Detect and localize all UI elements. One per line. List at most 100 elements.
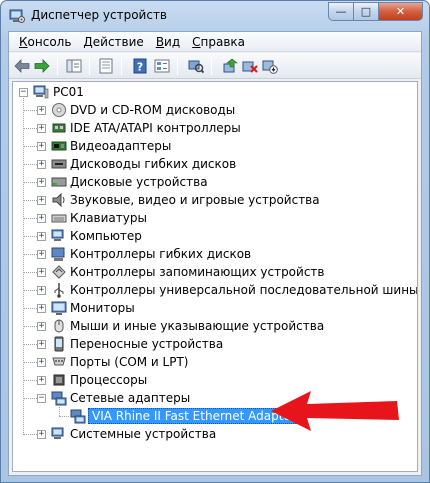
- scan-hardware-icon: [188, 60, 204, 74]
- category-label: Дисководы гибких дисков: [70, 157, 237, 171]
- tree-branch-line: [24, 380, 37, 381]
- red-arrow-annotation: [271, 391, 399, 431]
- storage-controller-icon: [52, 265, 66, 279]
- category-expander[interactable]: +: [37, 142, 46, 151]
- tree-category-row[interactable]: + IDE ATA/ATAPI контроллеры: [13, 119, 417, 137]
- ide-controller-icon: [52, 123, 66, 133]
- tree-branch-line: [24, 308, 37, 309]
- category-label: IDE ATA/ATAPI контроллеры: [70, 121, 241, 135]
- category-label: Клавиатуры: [70, 211, 147, 225]
- toolbar-separator: [89, 57, 90, 75]
- category-expander[interactable]: +: [37, 160, 46, 169]
- category-expander[interactable]: +: [37, 124, 46, 133]
- display-adapter-icon: [51, 141, 67, 151]
- uninstall-icon: [242, 61, 258, 73]
- category-label: Звуковые, видео и игровые устройства: [70, 193, 320, 207]
- tree-root-row[interactable]: − PC01: [13, 83, 417, 101]
- tree-branch-line: [24, 434, 37, 435]
- category-label: Видеоадаптеры: [70, 139, 172, 153]
- category-expander[interactable]: −: [37, 394, 46, 403]
- update-driver-icon: [223, 58, 238, 73]
- maximize-button[interactable]: □: [354, 2, 379, 21]
- disable-icon: [262, 60, 278, 74]
- computer-icon: [51, 229, 64, 241]
- forward-button[interactable]: [33, 57, 51, 75]
- menu-action[interactable]: Действие: [77, 35, 149, 49]
- update-driver-button[interactable]: [221, 57, 239, 75]
- tree-branch-line: [59, 416, 69, 417]
- toolbar-separator: [121, 57, 122, 75]
- category-expander[interactable]: +: [37, 268, 46, 277]
- category-label: DVD и CD-ROM дисководы: [70, 103, 236, 117]
- show-hide-tree-button[interactable]: [65, 57, 83, 75]
- category-label: Контроллеры универсальной последовательн…: [70, 283, 418, 297]
- tree-category-row[interactable]: + Клавиатуры: [13, 209, 417, 227]
- properties-button[interactable]: [97, 57, 115, 75]
- tree-category-row[interactable]: + Порты (COM и LPT): [13, 353, 417, 371]
- toolbar-separator: [211, 57, 212, 75]
- menu-bar: Консоль Действие Вид Справка: [9, 32, 421, 52]
- portable-device-icon: [54, 336, 64, 352]
- disable-button[interactable]: [261, 57, 279, 75]
- uninstall-button[interactable]: [241, 57, 259, 75]
- title-bar[interactable]: Диспетчер устройств — □ ✕: [1, 1, 429, 31]
- tree-branch-line: [24, 272, 37, 273]
- category-expander[interactable]: +: [37, 304, 46, 313]
- processor-icon: [53, 374, 65, 386]
- category-label: Системные устройства: [70, 427, 217, 441]
- computer-icon: [33, 85, 49, 99]
- category-expander[interactable]: +: [37, 358, 46, 367]
- sound-icon: [52, 192, 65, 208]
- category-label: Контроллеры гибких дисков: [70, 247, 252, 261]
- back-button[interactable]: [13, 57, 31, 75]
- tree-category-row[interactable]: + Мониторы: [13, 299, 417, 317]
- system-device-icon: [51, 427, 64, 439]
- minimize-icon: —: [335, 5, 347, 18]
- tree-branch-line: [24, 200, 37, 201]
- tree-category-row[interactable]: + Контроллеры запоминающих устройств: [13, 263, 417, 281]
- tree-category-row[interactable]: + Контроллеры универсальной последователь…: [13, 281, 417, 299]
- tree-category-row[interactable]: + Мыши и иные указывающие устройства: [13, 317, 417, 335]
- menu-help[interactable]: Справка: [186, 35, 251, 49]
- tree-branch-line: [24, 164, 37, 165]
- scan-hardware-button[interactable]: [187, 57, 205, 75]
- tree-category-row[interactable]: + Процессоры: [13, 371, 417, 389]
- category-label: Дисковые устройства: [70, 175, 208, 189]
- tree-category-row[interactable]: + Дисководы гибких дисков: [13, 155, 417, 173]
- category-expander[interactable]: +: [37, 286, 46, 295]
- category-expander[interactable]: +: [37, 340, 46, 349]
- tree-category-row[interactable]: + Контроллеры гибких дисков: [13, 245, 417, 263]
- tree-category-row[interactable]: + Звуковые, видео и игровые устройства: [13, 191, 417, 209]
- category-expander[interactable]: +: [37, 214, 46, 223]
- tree-child-line: [59, 403, 60, 416]
- category-expander[interactable]: +: [37, 250, 46, 259]
- view-button[interactable]: [153, 57, 171, 75]
- category-expander[interactable]: +: [37, 232, 46, 241]
- menu-view[interactable]: Вид: [150, 35, 186, 49]
- tree-branch-line: [24, 110, 37, 111]
- category-expander[interactable]: +: [37, 178, 46, 187]
- category-expander[interactable]: +: [37, 106, 46, 115]
- category-label: Процессоры: [70, 373, 148, 387]
- category-expander[interactable]: +: [37, 430, 46, 439]
- tree-category-row[interactable]: + Дисковые устройства: [13, 173, 417, 191]
- monitor-icon: [51, 301, 67, 315]
- category-label: Порты (COM и LPT): [70, 355, 189, 369]
- minimize-button[interactable]: —: [328, 2, 354, 21]
- tree-branch-line: [24, 326, 37, 327]
- category-label: Мыши и иные указывающие устройства: [70, 319, 325, 333]
- tree-category-row[interactable]: + Компьютер: [13, 227, 417, 245]
- tree-branch-line: [24, 128, 37, 129]
- category-expander[interactable]: +: [37, 376, 46, 385]
- tree-category-row[interactable]: + Переносные устройства: [13, 335, 417, 353]
- mouse-icon: [54, 319, 64, 333]
- tree-category-row[interactable]: + DVD и CD-ROM дисководы: [13, 101, 417, 119]
- close-button[interactable]: ✕: [379, 2, 423, 21]
- device-manager-icon: [9, 9, 25, 23]
- help-button[interactable]: ?: [131, 57, 149, 75]
- category-expander[interactable]: +: [37, 196, 46, 205]
- category-expander[interactable]: +: [37, 322, 46, 331]
- tree-category-row[interactable]: + Видеоадаптеры: [13, 137, 417, 155]
- menu-console[interactable]: Консоль: [13, 35, 77, 49]
- forward-arrow-icon: [34, 59, 50, 73]
